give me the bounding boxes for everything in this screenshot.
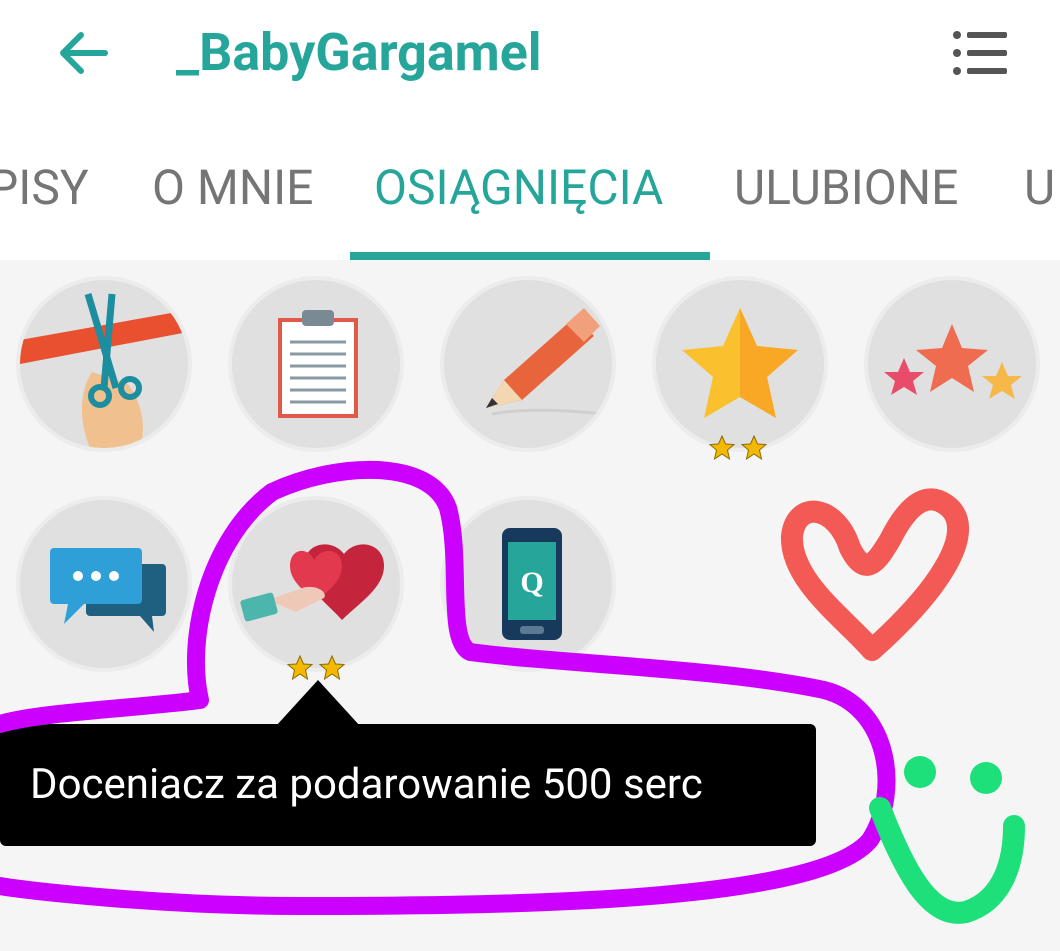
badge-pencil[interactable] — [440, 276, 616, 452]
tab-ulubione[interactable]: ULUBIONE — [734, 158, 958, 218]
gold-star-icon — [682, 308, 798, 418]
clipboard-checklist-icon — [278, 310, 358, 418]
small-star-icon — [740, 434, 768, 461]
svg-text:Q: Q — [520, 566, 543, 599]
hand-giving-heart-icon — [240, 544, 384, 622]
badge-clipboard[interactable] — [228, 276, 404, 452]
phone-q-icon: Q — [502, 528, 562, 640]
profile-tabs: PISY O MNIE OSIĄGNIĘCIA ULUBIONE U — [0, 110, 1060, 260]
badge-gold-star[interactable] — [652, 276, 828, 452]
tab-osiagniecia[interactable]: OSIĄGNIĘCIA — [374, 158, 663, 218]
badge-phone-q[interactable]: Q — [440, 496, 616, 672]
ribbon-cutting-scissors-icon — [20, 293, 188, 448]
badge-gold-star-level — [708, 434, 768, 464]
tab-wpisy[interactable]: PISY — [0, 158, 89, 218]
badge-chat[interactable] — [16, 496, 192, 672]
small-star-icon — [286, 654, 314, 681]
arrow-left-icon — [60, 32, 108, 74]
achievement-tooltip: Doceniacz za podarowanie 500 serc — [0, 724, 816, 846]
active-tab-indicator — [350, 252, 710, 260]
page-title: _BabyGargamel — [176, 22, 542, 83]
back-button[interactable] — [52, 22, 114, 84]
menu-button[interactable] — [946, 22, 1016, 84]
three-stars-icon — [884, 324, 1022, 399]
tab-o-mnie[interactable]: O MNIE — [152, 158, 313, 218]
badge-ribbon-cutting[interactable] — [16, 276, 192, 452]
chat-bubbles-icon — [50, 548, 166, 632]
small-star-icon — [318, 654, 346, 681]
tab-more-partial[interactable]: U — [1024, 158, 1055, 218]
list-menu-icon — [953, 31, 1007, 75]
tooltip-arrow — [276, 680, 360, 726]
app-bar: _BabyGargamel — [0, 0, 1060, 110]
badge-heart-giver[interactable] — [228, 496, 404, 672]
small-star-icon — [708, 434, 736, 461]
pencil-icon — [486, 308, 605, 416]
badge-three-stars[interactable] — [864, 276, 1040, 452]
